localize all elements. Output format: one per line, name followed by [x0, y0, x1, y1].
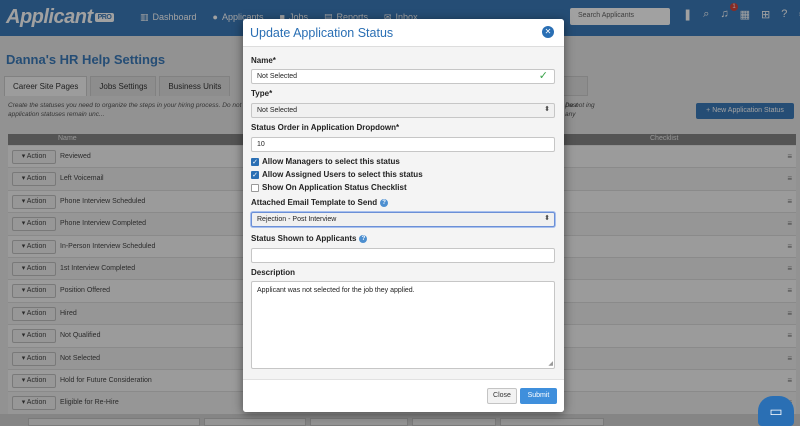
select-arrows-icon: ⬍	[544, 215, 550, 222]
type-label: Type*	[251, 89, 273, 98]
show-on-checklist-checkbox-row[interactable]: Show On Application Status Checklist	[251, 183, 407, 192]
checkbox-unchecked-icon[interactable]	[251, 183, 259, 192]
allow-managers-checkbox-row[interactable]: ✓ Allow Managers to select this status	[251, 157, 400, 166]
status-order-label: Status Order in Application Dropdown*	[251, 123, 400, 132]
email-template-label: Attached Email Template to Send?	[251, 198, 389, 207]
submit-button[interactable]: Submit	[520, 388, 557, 404]
allow-assigned-users-checkbox-row[interactable]: ✓ Allow Assigned Users to select this st…	[251, 170, 423, 179]
help-icon[interactable]: ?	[359, 235, 368, 243]
description-label: Description	[251, 268, 296, 277]
checkbox-checked-icon[interactable]: ✓	[251, 157, 259, 166]
status-order-field[interactable]: 10	[251, 137, 555, 152]
name-field[interactable]: Not Selected ✓	[251, 69, 555, 84]
modal-header: Update Application Status ✕	[243, 19, 564, 47]
close-button[interactable]: Close	[487, 388, 517, 404]
chat-icon[interactable]: ▭	[758, 396, 794, 426]
update-application-status-dialog: Update Application Status ✕ Name* Not Se…	[243, 19, 564, 412]
status-shown-field[interactable]	[251, 248, 555, 263]
help-icon[interactable]: ?	[380, 199, 389, 207]
description-textarea[interactable]: Applicant was not selected for the job t…	[251, 281, 555, 369]
email-template-select[interactable]: Rejection - Post Interview ⬍	[251, 212, 555, 227]
resize-handle-icon[interactable]: ◢	[548, 360, 553, 367]
checkbox-checked-icon[interactable]: ✓	[251, 170, 259, 179]
status-shown-label: Status Shown to Applicants?	[251, 234, 368, 243]
modal-footer: Close Submit	[243, 379, 564, 412]
checkmark-icon: ✓	[538, 70, 548, 82]
name-label: Name*	[251, 56, 276, 65]
select-arrows-icon: ⬍	[544, 106, 550, 113]
type-select[interactable]: Not Selected ⬍	[251, 103, 555, 118]
close-icon[interactable]: ✕	[542, 26, 554, 38]
modal-title: Update Application Status	[250, 26, 394, 40]
